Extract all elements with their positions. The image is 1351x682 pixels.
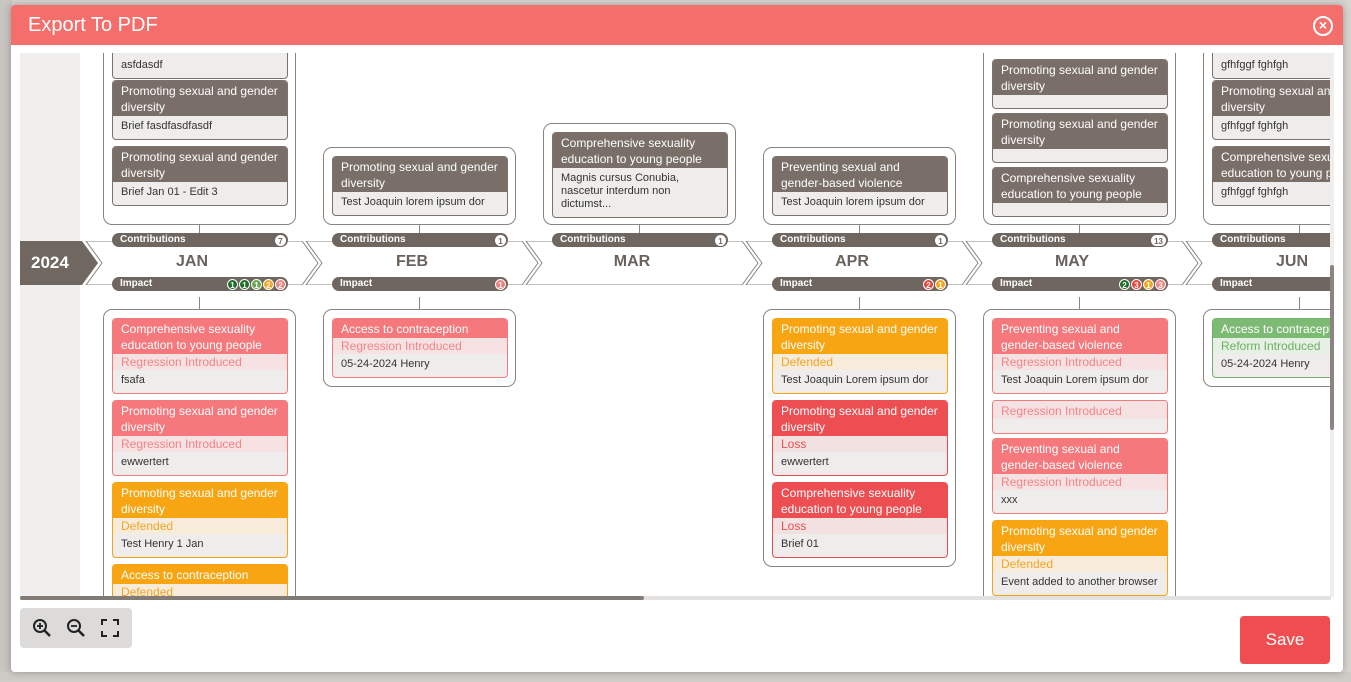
contribution-group-apr: Preventing sexual and gender-based viole… [763,147,956,225]
impact-card[interactable]: Promoting sexual and gender diversity Def… [772,318,948,394]
impact-card[interactable]: Comprehensive sexuality education to you… [772,482,948,558]
contribution-group-mar: Comprehensive sexuality education to you… [543,123,736,225]
impact-pill: Impact 2 3 1 3 [992,277,1168,291]
impact-badge: 1 [935,279,946,290]
horizontal-scrollbar[interactable] [20,596,1331,600]
contributions-pill: Contributions 1 [772,233,948,247]
contributions-pill: Contributions 1 [552,233,728,247]
impact-card[interactable]: Access to contraception Defended [112,564,288,597]
contribution-group-feb: Promoting sexual and gender diversity Tes… [323,147,516,225]
scrollbar-thumb[interactable] [20,596,644,600]
modal-header: Export To PDF × [11,5,1343,45]
contributions-count: 1 [495,235,506,246]
year-badge: 2024 [20,241,98,285]
month-label: APR [835,253,869,270]
scrollbar-thumb[interactable] [1330,265,1334,430]
impact-group-apr: Promoting sexual and gender diversity Def… [763,309,956,567]
impact-pill: Impact 1 [332,277,508,291]
contribution-card[interactable]: Promoting sexual and gender diversity Bri… [112,146,288,206]
impact-card[interactable]: Promoting sexual and gender diversity Def… [992,520,1168,596]
contributions-count: 1 [935,235,946,246]
contribution-card[interactable]: asfdasdf [112,53,288,79]
impact-card[interactable]: Comprehensive sexuality education to you… [112,318,288,394]
contributions-count: 7 [275,235,286,246]
impact-card[interactable]: Promoting sexual and gender diversity Los… [772,400,948,476]
impact-badge: 1 [239,279,250,290]
contribution-group-jun: gfhfggf fghfgh Promoting sexual and gend… [1203,53,1331,225]
impact-badge: 2 [923,279,934,290]
save-button[interactable]: Save [1240,616,1330,664]
contribution-card[interactable]: Promoting sexual and gender diversity Tes… [332,156,508,216]
zoom-out-icon[interactable] [62,616,90,640]
fullscreen-icon[interactable] [96,616,124,640]
month-row: JAN Contributions 7 Impact 1 1 1 2 2 FEB … [82,233,1331,291]
contributions-pill: Contributions 13 [992,233,1168,247]
year-label: 2024 [31,253,69,272]
impact-card[interactable]: Preventing sexual and gender-based viole… [992,318,1168,394]
contribution-card[interactable]: Comprehensive sexuality education to you… [552,132,728,218]
contribution-card[interactable]: Promoting sexual and gender diversity [992,113,1168,163]
contribution-group-jan: asfdasdf Promoting sexual and gender div… [103,53,296,225]
month-feb[interactable]: FEB Contributions 1 Impact 1 [302,233,539,291]
impact-badge: 1 [1143,279,1154,290]
impact-badge: 1 [251,279,262,290]
impact-card[interactable]: Promoting sexual and gender diversity Reg… [112,400,288,476]
impact-badge: 1 [227,279,238,290]
contribution-group-may: Promoting sexual and gender diversity Pr… [983,53,1176,225]
impact-badge: 2 [263,279,274,290]
month-jan[interactable]: JAN Contributions 7 Impact 1 1 1 2 2 [82,233,319,291]
contributions-pill: Contributions 1 [332,233,508,247]
month-label: FEB [396,253,428,270]
year-column [20,53,80,597]
contribution-card[interactable]: Promoting sexual and gender diversity [992,59,1168,109]
impact-pill: Impact 1 1 1 2 2 [112,277,288,291]
impact-card[interactable]: Promoting sexual and gender diversity Def… [112,482,288,558]
impact-badge: 2 [1119,279,1130,290]
contribution-card[interactable]: gfhfggf fghfgh [1212,53,1331,79]
month-label: JAN [175,253,208,270]
impact-badge: 3 [1131,279,1142,290]
month-jun[interactable]: JUN Contributions Impact [1182,233,1331,291]
month-may[interactable]: MAY Contributions 13 Impact 2 3 1 3 [962,233,1199,291]
impact-pill: Impact 2 1 [772,277,948,291]
contribution-card[interactable]: Comprehensive sexuality education to you… [992,167,1168,217]
impact-badge: 2 [275,279,286,290]
month-label: MAR [613,253,651,270]
month-label: MAY [1054,253,1090,270]
month-label: JUN [1275,253,1308,270]
impact-card[interactable]: Access to contraception Regression Introd… [332,318,508,378]
impact-group-may: Preventing sexual and gender-based viole… [983,309,1176,597]
impact-group-feb: Access to contraception Regression Introd… [323,309,516,387]
zoom-in-icon[interactable] [28,616,56,640]
contribution-card[interactable]: Comprehensive sexuality education to you… [1212,146,1331,206]
contributions-pill: Contributions [1212,233,1331,247]
contribution-card[interactable]: Promoting sexual and gender diversity Bri… [112,80,288,140]
impact-badge: 1 [495,279,506,290]
impact-pill: Impact [1212,277,1331,291]
month-mar[interactable]: MAR Contributions 1 [522,233,759,285]
impact-card[interactable]: Regression Introduced [992,400,1168,434]
impact-card[interactable]: Access to contraceptionReform Introduced… [1212,318,1331,378]
timeline-viewport[interactable]: asfdasdf Promoting sexual and gender div… [20,53,1331,597]
contributions-count: 1 [715,235,726,246]
close-icon[interactable]: × [1313,16,1333,36]
impact-badge: 3 [1155,279,1166,290]
contribution-card[interactable]: Preventing sexual and gender-based viole… [772,156,948,216]
contributions-count: 13 [1151,235,1166,246]
impact-group-jan: Comprehensive sexuality education to you… [103,309,296,597]
contributions-pill: Contributions 7 [112,233,288,247]
vertical-scrollbar[interactable] [1330,53,1334,597]
impact-card[interactable]: Preventing sexual and gender-based viole… [992,438,1168,514]
export-pdf-modal: Export To PDF × asfdasdf Promoting sexua… [11,5,1343,672]
contribution-card[interactable]: Promoting sexual and gender diversitygfh… [1212,80,1331,140]
modal-title: Export To PDF [28,14,158,36]
impact-group-jun: Access to contraceptionReform Introduced… [1203,309,1331,387]
zoom-toolbar [20,608,132,648]
month-apr[interactable]: APR Contributions 1 Impact 2 1 [742,233,979,291]
